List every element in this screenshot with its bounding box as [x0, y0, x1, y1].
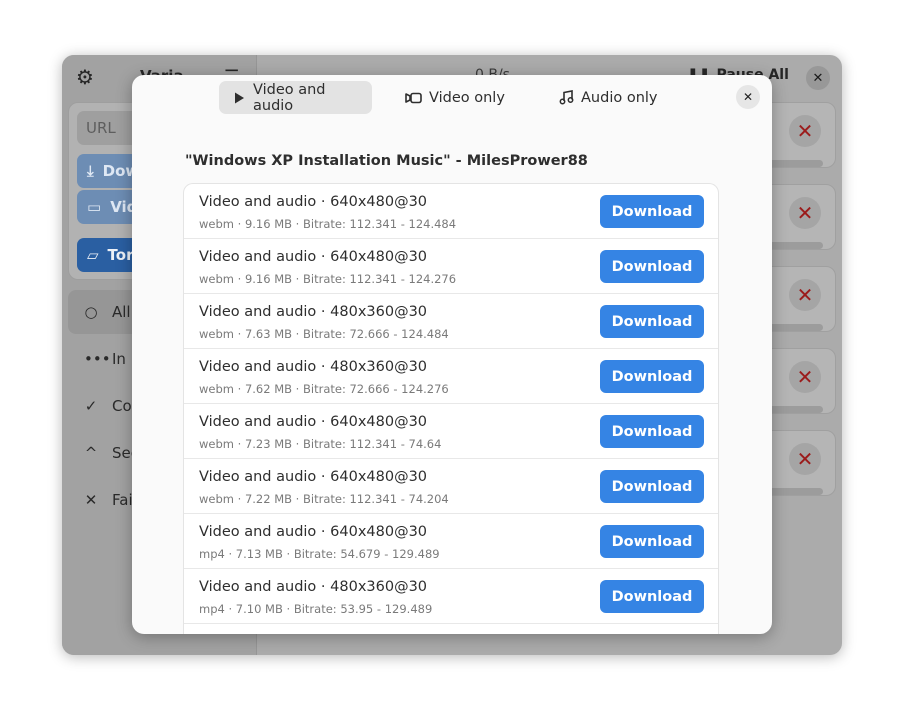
- tab-audio-only[interactable]: Audio only: [546, 81, 671, 114]
- x-icon: ✕: [84, 491, 98, 509]
- format-details: webm · 9.16 MB · Bitrate: 112.341 - 124.…: [199, 217, 457, 231]
- cancel-download-button[interactable]: ✕: [789, 197, 821, 229]
- folder-open-icon: ▱: [87, 246, 99, 264]
- format-list: Video and audio · 640x480@30 webm · 9.16…: [184, 184, 718, 634]
- tab-video-and-audio[interactable]: Video and audio: [219, 81, 372, 114]
- music-note-icon: [559, 90, 574, 105]
- format-title: Video and audio · 480x360@30: [199, 304, 428, 320]
- cancel-download-button[interactable]: ✕: [789, 361, 821, 393]
- video-icon: [405, 91, 422, 105]
- download-format-button[interactable]: Download: [600, 580, 704, 613]
- format-row: Video and audio · 480x360@30 mp4 · 7.10 …: [184, 569, 718, 624]
- format-details: webm · 7.22 MB · Bitrate: 112.341 - 74.2…: [199, 492, 449, 506]
- format-details: mp4 · 7.10 MB · Bitrate: 53.95 - 129.489: [199, 602, 433, 616]
- dots-icon: •••: [84, 350, 111, 368]
- format-details: webm · 7.23 MB · Bitrate: 112.341 - 74.6…: [199, 437, 442, 451]
- format-row: Video and audio · 480x360@30 webm · 7.63…: [184, 294, 718, 349]
- tab-label: Video only: [429, 89, 505, 106]
- nav-label: All: [112, 303, 131, 321]
- video-icon: ▭: [87, 198, 102, 216]
- format-title: Video and audio · 640x480@30: [199, 524, 428, 540]
- gear-icon[interactable]: ⚙: [74, 65, 96, 89]
- download-format-button[interactable]: Download: [600, 415, 704, 448]
- circle-icon: ○: [84, 303, 98, 321]
- format-title: Video and audio · 640x480@30: [199, 194, 428, 210]
- dialog-close-button[interactable]: ✕: [736, 85, 760, 109]
- tab-label: Video and audio: [253, 81, 326, 114]
- download-format-button[interactable]: Download: [600, 250, 704, 283]
- caret-up-icon: ^: [84, 444, 98, 462]
- download-icon: ⤓: [87, 162, 94, 180]
- cancel-download-button[interactable]: ✕: [789, 279, 821, 311]
- play-icon: [232, 91, 246, 105]
- format-row: Video and audio · 640x480@30 webm · 9.16…: [184, 184, 718, 239]
- video-format-dialog: Video and audio Video only Audio only ✕ …: [132, 75, 772, 634]
- format-details: webm · 7.63 MB · Bitrate: 72.666 - 124.4…: [199, 327, 449, 341]
- format-row: Video and audio · 640x480@30 webm · 9.16…: [184, 239, 718, 294]
- tab-label: Audio only: [581, 89, 658, 106]
- download-format-button[interactable]: Download: [600, 470, 704, 503]
- format-title: Video and audio · 640x480@30: [199, 249, 428, 265]
- format-title: Video and audio · 640x480@30: [199, 469, 428, 485]
- download-format-button[interactable]: Download: [600, 360, 704, 393]
- format-details: webm · 7.62 MB · Bitrate: 72.666 - 124.2…: [199, 382, 449, 396]
- format-tabs: Video and audio Video only Audio only: [132, 81, 772, 115]
- format-row: Video and audio · 640x480@30 webm · 7.22…: [184, 459, 718, 514]
- format-title: Video and audio · 640x480@30: [199, 414, 428, 430]
- format-title: Video and audio · 480x360@30: [199, 359, 428, 375]
- format-details: mp4 · 7.13 MB · Bitrate: 54.679 - 129.48…: [199, 547, 440, 561]
- download-format-button[interactable]: Download: [600, 525, 704, 558]
- download-format-button[interactable]: Download: [600, 305, 704, 338]
- tab-video-only[interactable]: Video only: [392, 81, 518, 114]
- format-row: Video and audio · 640x480@30 mp4 · 7.13 …: [184, 514, 718, 569]
- check-icon: ✓: [84, 397, 98, 415]
- format-row: Video and audio · 640x480@30 webm · 7.23…: [184, 404, 718, 459]
- video-title: "Windows XP Installation Music" - MilesP…: [185, 153, 588, 169]
- format-title: Video and audio · 480x360@30: [199, 579, 428, 595]
- cancel-download-button[interactable]: ✕: [789, 443, 821, 475]
- format-details: webm · 9.16 MB · Bitrate: 112.341 - 124.…: [199, 272, 457, 286]
- format-row: Video and audio · 480x360@30 webm · 7.62…: [184, 349, 718, 404]
- cancel-download-button[interactable]: ✕: [789, 115, 821, 147]
- window-close-button[interactable]: ✕: [806, 66, 830, 90]
- download-format-button[interactable]: Download: [600, 195, 704, 228]
